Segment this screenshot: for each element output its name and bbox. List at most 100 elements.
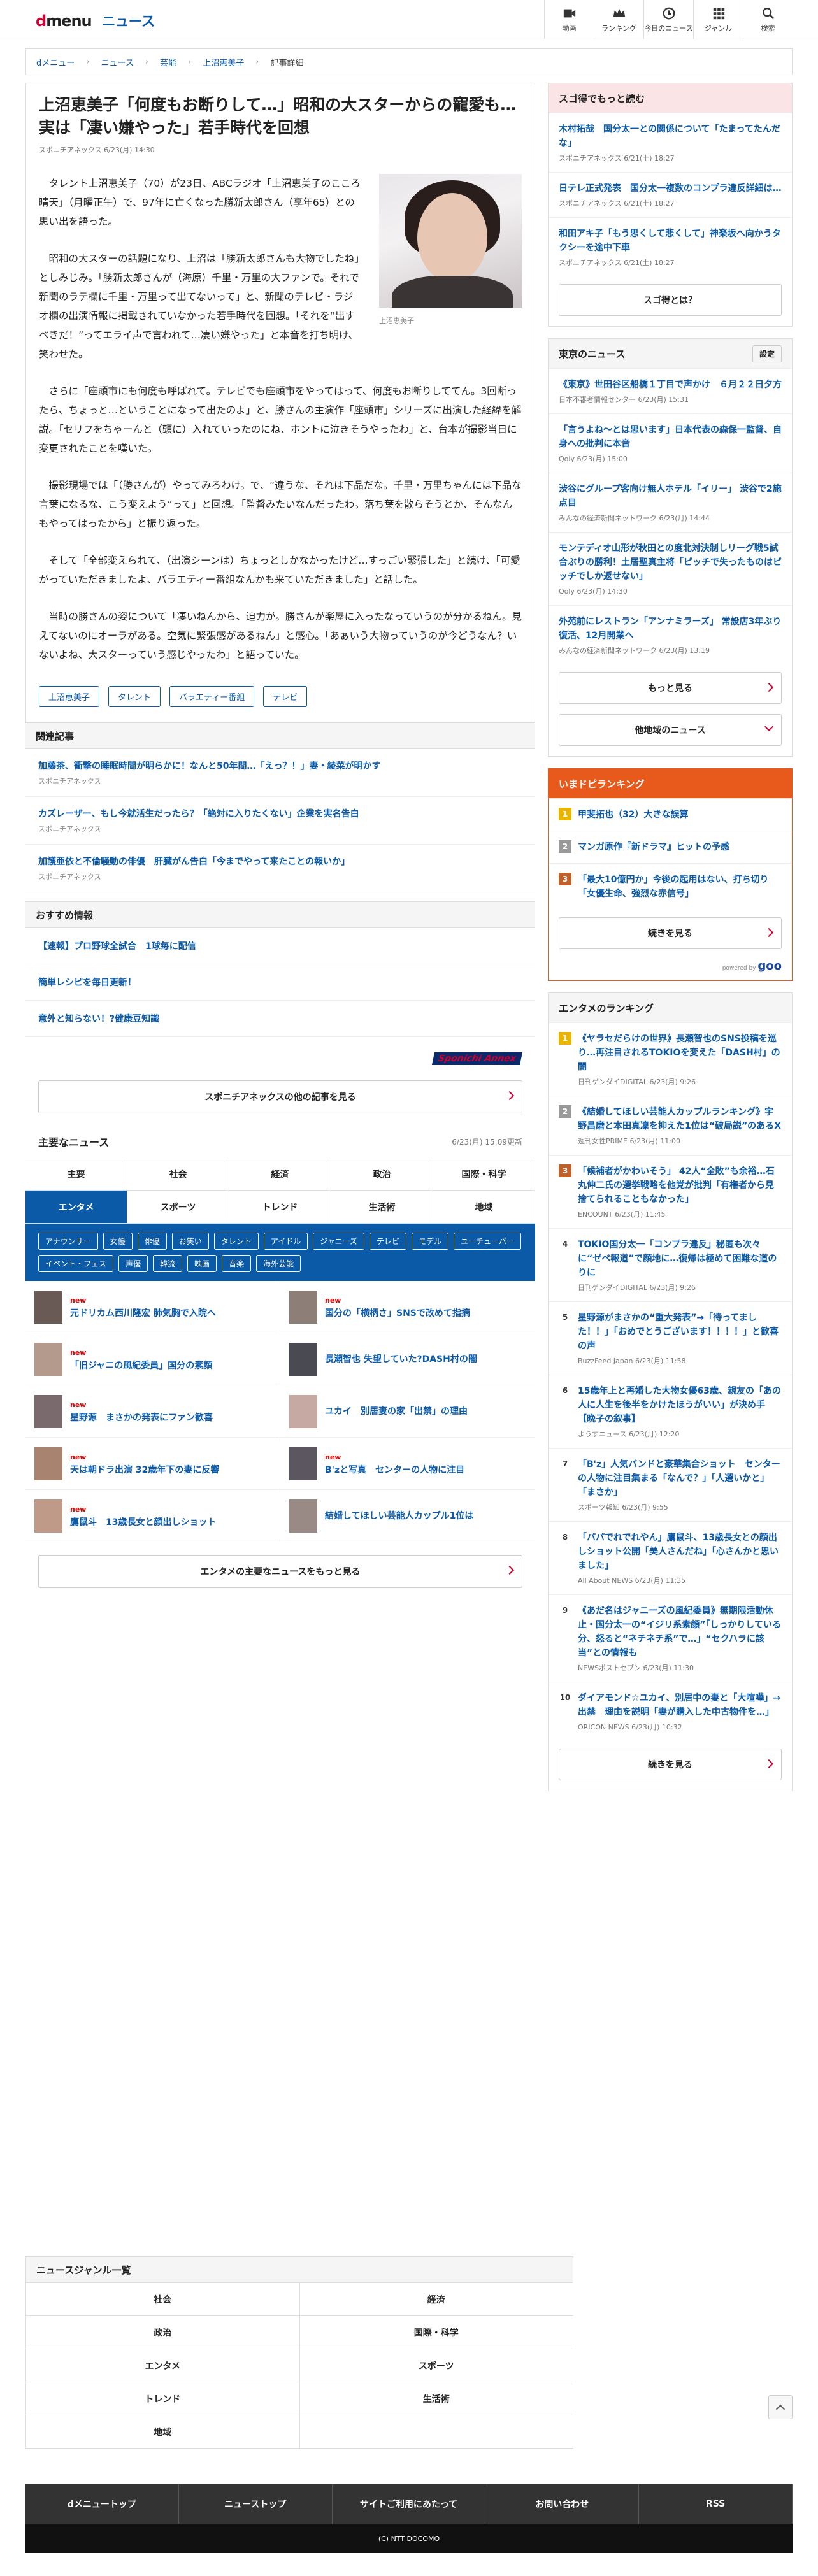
tag-link[interactable]: 上沼恵美子 <box>39 686 100 707</box>
tab-economy[interactable]: 経済 <box>229 1157 331 1191</box>
subtag-link[interactable]: アイドル <box>263 1233 308 1250</box>
ent-rank-item[interactable]: 8 「パパでれでれやん」鷹鼠斗、13歳長女との顔出しショット公開「美人さんだね」「… <box>549 1521 792 1594</box>
genre-link[interactable]: 地域 <box>26 2415 300 2449</box>
tab-entertainment[interactable]: エンタメ <box>25 1191 127 1224</box>
genre-link[interactable]: トレンド <box>26 2382 300 2415</box>
related-item[interactable]: カズレーザー、もし今就活生だったら？「絶対に入りたくない」企業を実名告白 スポニチ… <box>25 797 535 845</box>
article-photo[interactable]: 上沼恵美子 <box>379 174 522 340</box>
major-news-item[interactable]: new 天は朝ドラ出演 32歳年下の妻に反響 <box>25 1438 280 1490</box>
recommend-item[interactable]: 意外と知らない！?健康豆知識 <box>25 1001 535 1037</box>
major-news-item[interactable]: new 元ドリカム西川隆宏 肺気胸で入院へ <box>25 1281 280 1333</box>
subtag-link[interactable]: 韓流 <box>153 1255 183 1272</box>
subtag-link[interactable]: アナウンサー <box>38 1233 98 1250</box>
sugoi-item[interactable]: 和田アキ子「もう思くして悲くして」神楽坂へ向かうタクシーを途中下車 スポニチアネッ… <box>549 217 792 276</box>
tab-international[interactable]: 国際・科学 <box>433 1157 535 1191</box>
related-item[interactable]: 加藤茶、衝撃の睡眠時間が明らかに！なんと50年間…「えっ？！」妻・綾菜が明かすス… <box>25 749 535 797</box>
subtag-link[interactable]: ユーチューバー <box>454 1233 521 1250</box>
genre-link[interactable]: 社会 <box>26 2283 300 2316</box>
tab-main[interactable]: 主要 <box>25 1157 127 1191</box>
ent-rank-item[interactable]: 6 15歳年上と再婚した大物女優63歳、親友の「あの人に人生を後半をかけたほうがい… <box>549 1375 792 1448</box>
ent-rank-item[interactable]: 4 TOKIO国分太一「コンプラ違反」秘匿も次々に“ゼペ報道”で顔地に…復帰は極め… <box>549 1228 792 1301</box>
major-news-item[interactable]: new 星野源 まさかの発表にファン歓喜 <box>25 1385 280 1438</box>
genre-link[interactable]: エンタメ <box>26 2349 300 2382</box>
genre-link[interactable]: 経済 <box>299 2283 573 2316</box>
tag-link[interactable]: バラエティー番組 <box>169 686 255 707</box>
tab-local[interactable]: 地域 <box>433 1191 535 1224</box>
sugoi-about-button[interactable]: スゴ得とは？ <box>559 284 782 316</box>
ent-rank-item[interactable]: 7 「B'z」人気バンドと豪華集合ショット センターの人物に注目集まる「なんで？」… <box>549 1448 792 1521</box>
subtag-link[interactable]: モデル <box>412 1233 449 1250</box>
subtag-link[interactable]: 女優 <box>103 1233 133 1250</box>
tab-lifestyle[interactable]: 生活術 <box>331 1191 433 1224</box>
subtag-link[interactable]: 海外芸能 <box>256 1255 301 1272</box>
subtag-link[interactable]: 映画 <box>187 1255 217 1272</box>
ent-rank-item[interactable]: 10 ダイアモンド☆ユカイ、別居中の妻と「大喧嘩」→出禁 理由を説明「妻が購入した… <box>549 1682 792 1741</box>
subtag-link[interactable]: 声優 <box>118 1255 148 1272</box>
subtag-link[interactable]: 音楽 <box>222 1255 252 1272</box>
subtag-link[interactable]: お笑い <box>171 1233 209 1250</box>
genre-link[interactable]: 国際・科学 <box>299 2316 573 2349</box>
tokyo-item[interactable]: モンテディオ山形が秋田との度北対決制しリーグ戦5試合ぶりの勝利！土居聖真主将「ピ… <box>549 532 792 605</box>
genre-link[interactable]: 政治 <box>26 2316 300 2349</box>
tag-link[interactable]: テレビ <box>263 686 308 707</box>
footer-link[interactable]: RSS <box>639 2484 793 2524</box>
tokyo-item[interactable]: 「言うよね～とは思います」日本代表の森保一監督、自身への批判に本音 Qoly 6/… <box>549 413 792 473</box>
recommend-item[interactable]: 【速報】プロ野球全試合 1球毎に配信 <box>25 928 535 964</box>
breadcrumb-entertainment[interactable]: 芸能 <box>160 56 176 68</box>
tokyo-item[interactable]: 《東京》世田谷区船橋１丁目で声かけ ６月２２日夕方 日本不審者情報センター 6/2… <box>549 368 792 413</box>
ent-rank-item[interactable]: 9 《あだ名はジャニーズの風紀委員》無期限活動休止・国分太一の“イジリ系素顔”「し… <box>549 1594 792 1682</box>
tokyo-item[interactable]: 外苑前にレストラン「アンナミラーズ」 常設店3年ぶり復活、12月開業へ みんなの経… <box>549 605 792 664</box>
hot-rank-item[interactable]: 1 甲斐拓也（32）大きな誤算 <box>549 798 792 831</box>
related-item[interactable]: 加護亜依と不倫騒動の俳優 肝臓がん告白「今までやって来たことの報いか」 スポニチア… <box>25 845 535 892</box>
hot-rank-item[interactable]: 3 「最大10億円か」今後の起用はない、打ち切り「女優生命、強烈な赤信号」 <box>549 863 792 910</box>
footer-link[interactable]: サイトご利用にあたって <box>333 2484 486 2524</box>
ent-rank-item[interactable]: 2 《結婚してほしい芸能人カップルランキング》宇野昌磨と本田真凜を抑えた1位は“破… <box>549 1096 792 1155</box>
footer-link[interactable]: お問い合わせ <box>485 2484 640 2524</box>
tokyo-item[interactable]: 渋谷にグループ客向け無人ホテル「イリー」 渋谷で2施点目 みんなの経済新聞ネットワ… <box>549 473 792 532</box>
subtag-link[interactable]: ジャニーズ <box>313 1233 365 1250</box>
subtag-link[interactable]: イベント・フェス <box>38 1255 114 1272</box>
dmenu-news-logo[interactable]: dmenu ニュース <box>36 10 155 31</box>
footer-link[interactable]: ニューストップ <box>179 2484 333 2524</box>
nav-genre[interactable]: ジャンル <box>693 0 743 39</box>
major-news-item[interactable]: new B'zと写真 センターの人物に注目 <box>280 1438 535 1490</box>
tab-trend[interactable]: トレンド <box>229 1191 331 1224</box>
scroll-to-top-button[interactable] <box>768 2395 793 2419</box>
sugoi-item[interactable]: 日テレ正式発表 国分太一複数のコンプラ違反詳細は… スポニチアネックス 6/21(… <box>549 172 792 217</box>
ent-rank-item[interactable]: 5 星野源がまさかの“重大発表”→「待ってました！！」「おめでとうございます！！！… <box>549 1301 792 1375</box>
hot-more-button[interactable]: 続きを見る <box>559 917 782 949</box>
breadcrumb-tag[interactable]: 上沼恵美子 <box>203 56 244 68</box>
major-news-item[interactable]: 長瀬智也 失望していた?DASH村の闇 <box>280 1333 535 1385</box>
publisher-more-button[interactable]: スポニチアネックスの他の記事を見る <box>38 1080 522 1113</box>
tokyo-more-button[interactable]: もっと見る <box>559 672 782 704</box>
tab-sports[interactable]: スポーツ <box>127 1191 229 1224</box>
major-news-item[interactable]: 結婚してほしい芸能人カップル1位は <box>280 1490 535 1542</box>
tab-society[interactable]: 社会 <box>127 1157 229 1191</box>
nav-search[interactable]: 検索 <box>743 0 793 39</box>
genre-link[interactable]: スポーツ <box>299 2349 573 2382</box>
major-more-button[interactable]: エンタメの主要なニュースをもっと見る <box>38 1555 522 1588</box>
hot-rank-item[interactable]: 2 マンガ原作『新ドラマ』ヒットの予感 <box>549 831 792 863</box>
tag-link[interactable]: タレント <box>108 686 161 707</box>
major-news-item[interactable]: ユカイ 別居妻の家「出禁」の理由 <box>280 1385 535 1438</box>
major-news-item[interactable]: new 国分の「横柄さ」SNSで改めて指摘 <box>280 1281 535 1333</box>
sponichi-logo[interactable]: Sponichi Annex <box>432 1052 523 1065</box>
other-region-button[interactable]: 他地域のニュース <box>559 714 782 746</box>
recommend-item[interactable]: 簡単レシピを毎日更新！ <box>25 964 535 1001</box>
major-news-item[interactable]: new 鷹鼠斗 13歳長女と顔出しショット <box>25 1490 280 1542</box>
sugoi-item[interactable]: 木村拓哉 国分太一との関係について「たまってたんだな」 スポニチアネックス 6/2… <box>549 113 792 172</box>
ent-rank-item[interactable]: 1 《ヤラセだらけの世界》長瀬智也のSNS投稿を巡り…再注目されるTOKIOを変え… <box>549 1022 792 1096</box>
nav-video[interactable]: 動画 <box>544 0 594 39</box>
tab-politics[interactable]: 政治 <box>331 1157 433 1191</box>
tokyo-setting-button[interactable]: 設定 <box>752 345 782 362</box>
breadcrumb-dmenu[interactable]: dメニュー <box>36 56 75 68</box>
genre-link[interactable]: 生活術 <box>299 2382 573 2415</box>
ent-more-button[interactable]: 続きを見る <box>559 1749 782 1780</box>
major-news-item[interactable]: new 「旧ジャニの風紀委員」国分の素顔 <box>25 1333 280 1385</box>
subtag-link[interactable]: 俳優 <box>137 1233 167 1250</box>
nav-today[interactable]: 今日のニュース <box>643 0 693 39</box>
nav-ranking[interactable]: ランキング <box>594 0 643 39</box>
breadcrumb-news[interactable]: ニュース <box>101 56 133 68</box>
footer-link[interactable]: dメニュートップ <box>25 2484 179 2524</box>
ent-rank-item[interactable]: 3 「候補者がかわいそう」 42人“全敗”も余裕…石丸伸二氏の選挙戦略を他党が批判… <box>549 1155 792 1228</box>
